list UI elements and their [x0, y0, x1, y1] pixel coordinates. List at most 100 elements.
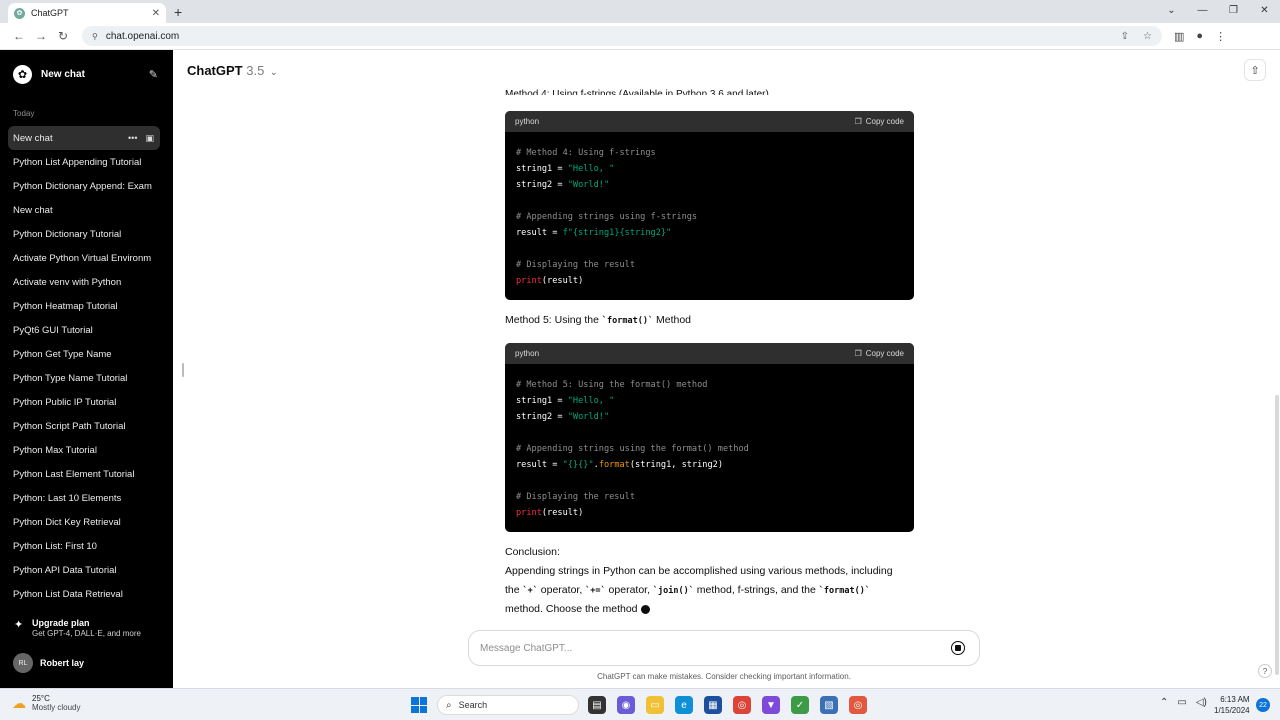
chat-item-label: Python List Data Retrieval	[13, 588, 123, 600]
inline-code: `format()`	[818, 586, 870, 596]
code-language: python	[515, 349, 540, 358]
chat-item[interactable]: Python Dictionary Append: Exam	[8, 174, 160, 198]
chat-item[interactable]: Python Dict Key Retrieval	[8, 510, 160, 534]
chat-item[interactable]: Python API Data Tutorial	[8, 558, 160, 582]
user-menu-button[interactable]: RL Robert lay	[13, 653, 84, 673]
side-panel-icon[interactable]: ▥	[1174, 30, 1184, 43]
chat-item[interactable]: PyQt6 GUI Tutorial	[8, 318, 160, 342]
copy-code-label: Copy code	[865, 349, 904, 358]
remote-app-icon[interactable]: ▧	[820, 696, 838, 714]
browser-tab[interactable]: ✿ ChatGPT ✕	[8, 3, 166, 23]
chevron-down-icon: ⌄	[269, 67, 278, 77]
chat-item[interactable]: Python List: First 10	[8, 534, 160, 558]
back-arrow-icon[interactable]: ←	[8, 29, 30, 43]
store-icon[interactable]: ▦	[704, 696, 722, 714]
more-options-icon[interactable]: •••	[128, 133, 137, 144]
text-run: operator,	[537, 584, 586, 596]
chat-item-label: Python Dictionary Tutorial	[13, 228, 122, 240]
chat-item-label: Python Type Name Tutorial	[13, 372, 128, 384]
notification-badge[interactable]: 22	[1256, 698, 1270, 712]
text-run: method. Choose the method	[505, 603, 638, 615]
typing-cursor-dot	[640, 604, 650, 614]
message-input[interactable]	[480, 642, 920, 654]
volume-icon[interactable]: ◁)	[1196, 697, 1207, 708]
browser-menu-icon[interactable]: ⋮	[1215, 30, 1226, 43]
code-line: print(result)	[516, 508, 584, 518]
show-hidden-icons-chevron-icon[interactable]: ⌃	[1160, 697, 1168, 708]
chat-item[interactable]: Activate venv with Python	[8, 270, 160, 294]
chat-item[interactable]: Python Heatmap Tutorial	[8, 294, 160, 318]
upgrade-plan-button[interactable]: ✦ Upgrade plan Get GPT-4, DALL·E, and mo…	[8, 618, 162, 638]
chrome-icon[interactable]: ◎	[733, 696, 751, 714]
windows-start-icon[interactable]	[411, 697, 427, 713]
chrome-active-icon[interactable]: ◎	[849, 696, 867, 714]
minimize-icon[interactable]: —	[1187, 5, 1218, 16]
copy-code-button[interactable]: ❐ Copy code	[855, 349, 904, 358]
close-window-icon[interactable]: ✕	[1249, 5, 1280, 16]
taskbar-search-box[interactable]: ⌕ Search	[437, 695, 579, 715]
chat-item[interactable]: Python Last Element Tutorial	[8, 462, 160, 486]
code-line: string1 = "Hello, "	[516, 164, 615, 174]
share-button[interactable]: ⇧	[1244, 59, 1266, 81]
inline-code: `join()`	[652, 586, 694, 596]
close-tab-icon[interactable]: ✕	[152, 8, 160, 19]
chat-item[interactable]: Python Type Name Tutorial	[8, 366, 160, 390]
share-page-icon[interactable]: ⇪	[1121, 31, 1129, 42]
upgrade-title: Upgrade plan	[32, 618, 90, 628]
chat-item[interactable]: Python: Last 10 Elements	[8, 486, 160, 510]
model-selector[interactable]: ChatGPT 3.5 ⌄	[187, 63, 278, 78]
restore-icon[interactable]: ❐	[1218, 5, 1249, 16]
reload-icon[interactable]: ↻	[52, 29, 74, 43]
network-icon[interactable]: ▭	[1177, 697, 1186, 708]
sidebar: ✿ New chat ✎ Today New chat ••• ▣ Python…	[0, 50, 173, 688]
chat-item[interactable]: Python Dictionary Tutorial	[8, 222, 160, 246]
task-view-icon[interactable]: ▤	[588, 696, 606, 714]
chat-item-label: Python Public IP Tutorial	[13, 396, 117, 408]
help-question-icon[interactable]: ?	[1258, 664, 1272, 678]
code-line: # Method 5: Using the format() method	[516, 380, 708, 390]
chat-app-icon[interactable]: ◉	[617, 696, 635, 714]
code-line: result = "{}{}".format(string1, string2)	[516, 460, 723, 470]
conclusion-line: the `+` operator, `+=` operator, `join()…	[505, 581, 925, 601]
file-explorer-icon[interactable]: ▭	[646, 696, 664, 714]
system-clock[interactable]: 6:13 AM 1/15/2024	[1214, 694, 1250, 716]
stop-generating-button[interactable]	[951, 641, 965, 655]
chat-item[interactable]: Python List Appending Tutorial	[8, 150, 160, 174]
chat-item[interactable]: Python Max Tutorial	[8, 438, 160, 462]
search-label: Search	[458, 700, 488, 710]
url-input[interactable]: ⚲ chat.openai.com ⇪ ☆	[82, 26, 1162, 46]
chat-item[interactable]: Python Public IP Tutorial	[8, 390, 160, 414]
chat-item-label: PyQt6 GUI Tutorial	[13, 324, 93, 336]
edge-browser-icon[interactable]: e	[675, 696, 693, 714]
tab-search-chevron-icon[interactable]: ⌄	[1156, 5, 1187, 16]
chat-item[interactable]: New chat	[8, 198, 160, 222]
bookmark-star-icon[interactable]: ☆	[1143, 31, 1152, 42]
excel-app-icon[interactable]: ✓	[791, 696, 809, 714]
sidebar-toggle-handle[interactable]	[182, 363, 184, 377]
code-block: python ❐ Copy code # Method 4: Using f-s…	[505, 111, 914, 300]
weather-widget[interactable]: ☁ 25°C Mostly cloudy	[12, 694, 80, 712]
chat-item[interactable]: Activate Python Virtual Environm	[8, 246, 160, 270]
edit-pencil-icon[interactable]: ✎	[149, 68, 158, 81]
openai-logo-icon: ✿	[13, 64, 32, 84]
scrollbar[interactable]	[1275, 395, 1279, 675]
text-run: method, f-strings, and the	[693, 584, 819, 596]
vpn-app-icon[interactable]: ▼	[762, 696, 780, 714]
chat-item-label: Python: Last 10 Elements	[13, 492, 122, 504]
chat-item-label: New chat	[13, 132, 53, 144]
chat-item[interactable]: Python Script Path Tutorial	[8, 414, 160, 438]
new-chat-button[interactable]: ✿ New chat ✎	[8, 60, 162, 88]
forward-arrow-icon[interactable]: →	[30, 29, 52, 43]
chat-item-label: Activate Python Virtual Environm	[13, 252, 152, 264]
chat-item[interactable]: Python Get Type Name	[8, 342, 160, 366]
site-info-icon[interactable]: ⚲	[92, 32, 98, 41]
copy-code-button[interactable]: ❐ Copy code	[855, 117, 904, 126]
sparkle-icon: ✦	[14, 619, 24, 631]
new-tab-icon[interactable]: +	[174, 4, 182, 20]
archive-icon[interactable]: ▣	[145, 133, 154, 144]
chat-item[interactable]: Python List Data Retrieval	[8, 582, 160, 606]
profile-icon[interactable]: ●	[1196, 30, 1203, 43]
clock-time: 6:13 AM	[1220, 695, 1250, 704]
share-upload-icon: ⇧	[1250, 64, 1260, 77]
chat-item-active[interactable]: New chat ••• ▣	[8, 126, 160, 150]
